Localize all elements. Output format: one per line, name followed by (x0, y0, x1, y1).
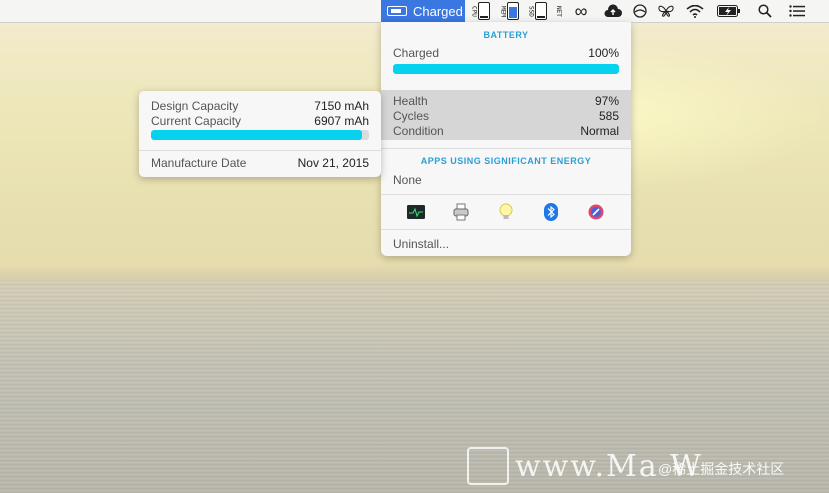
cycles-label: Cycles (393, 109, 430, 123)
battery-status-label: Charged (413, 3, 463, 19)
condition-row: Condition Normal (393, 124, 619, 138)
watermark-subtext: @稀土掘金技术社区 (658, 461, 785, 477)
current-capacity-label: Current Capacity (151, 114, 242, 128)
cpu-meter-label: CPU (470, 5, 478, 17)
cycles-row: Cycles 585 (393, 109, 619, 123)
battery-menu-item[interactable]: Charged (381, 0, 465, 22)
manufacture-date-row: Manufacture Date Nov 21, 2015 (139, 151, 381, 175)
bulb-icon[interactable] (497, 203, 515, 221)
manufacture-date-label: Manufacture Date (151, 156, 247, 170)
mem-meter-label: MEM (499, 5, 507, 17)
capacity-popup: Design Capacity 7150 mAh Current Capacit… (139, 91, 381, 177)
ssd-meter[interactable]: SSD (524, 0, 550, 22)
menu-bar: Charged CPU MEM SSD NET ∞ (0, 0, 829, 23)
current-capacity-value: 6907 mAh (314, 114, 369, 128)
cycles-value: 585 (598, 109, 619, 123)
apps-section-title: APPS USING SIGNIFICANT ENERGY (420, 156, 592, 166)
app-icons-row (381, 195, 631, 229)
cloud-upload-icon[interactable] (602, 0, 624, 22)
net-meter[interactable]: NET (552, 0, 564, 22)
watermark-logo (467, 447, 509, 485)
battery-status-icon[interactable] (716, 0, 742, 22)
circle-slash-icon[interactable] (630, 0, 650, 22)
design-capacity-row: Design Capacity 7150 mAh (151, 99, 369, 113)
current-capacity-row: Current Capacity 6907 mAh (151, 114, 369, 128)
design-capacity-value: 7150 mAh (314, 99, 369, 113)
infinity-icon[interactable]: ∞ (568, 0, 594, 22)
capacity-bar (151, 130, 369, 140)
net-meter-label: NET (555, 5, 562, 17)
apps-none-label: None (393, 173, 422, 187)
activity-monitor-icon[interactable] (406, 203, 425, 221)
butterfly-icon[interactable] (655, 0, 677, 22)
condition-label: Condition (393, 124, 444, 138)
bluetooth-icon[interactable] (542, 203, 560, 221)
charged-row: Charged 100% (393, 46, 619, 60)
condition-value: Normal (580, 124, 619, 138)
wifi-icon[interactable] (684, 0, 706, 22)
charged-value: 100% (588, 46, 619, 60)
battery-popup: BATTERY Charged 100% Health 97% Cycles 5… (381, 22, 631, 256)
charge-bar (393, 64, 619, 74)
mem-meter[interactable]: MEM (496, 0, 522, 22)
cpu-meter[interactable]: CPU (467, 0, 493, 22)
battery-details[interactable]: Health 97% Cycles 585 Condition Normal (381, 90, 631, 140)
capacity-bar-fill (151, 130, 362, 140)
color-picker-icon[interactable] (587, 203, 605, 221)
printer-icon[interactable] (452, 203, 470, 221)
manufacture-date-value: Nov 21, 2015 (297, 156, 369, 170)
health-row: Health 97% (393, 94, 619, 108)
battery-section-title: BATTERY (483, 30, 529, 40)
charged-label: Charged (393, 46, 440, 60)
battery-icon (387, 6, 407, 16)
charge-bar-fill (393, 64, 619, 74)
search-icon[interactable] (755, 0, 775, 22)
health-label: Health (393, 94, 428, 108)
uninstall-item[interactable]: Uninstall... (381, 230, 631, 258)
design-capacity-label: Design Capacity (151, 99, 239, 113)
list-icon[interactable] (786, 0, 808, 22)
ssd-meter-label: SSD (527, 5, 535, 17)
health-value: 97% (594, 94, 619, 108)
